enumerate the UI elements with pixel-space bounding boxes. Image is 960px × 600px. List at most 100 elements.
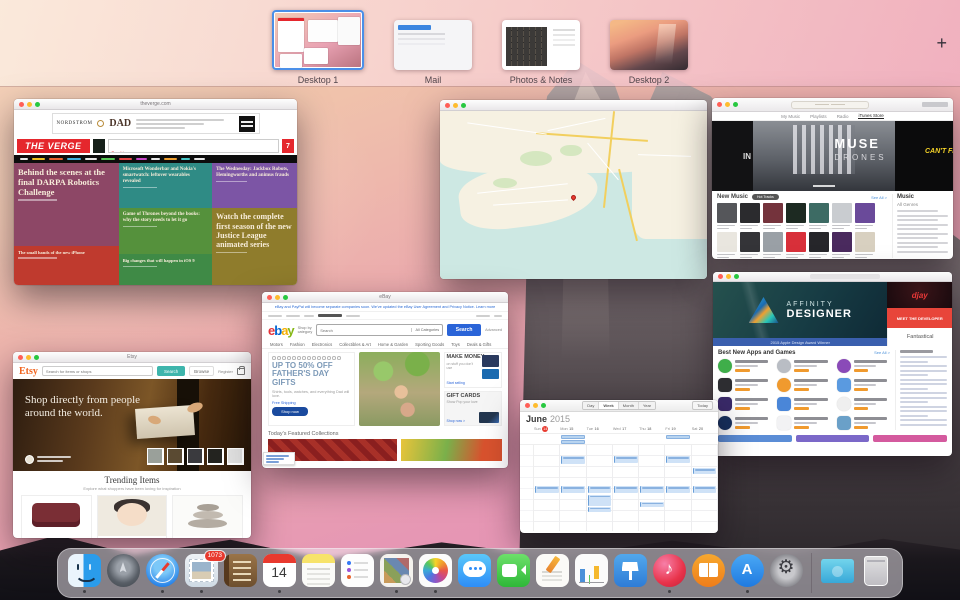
album-cover[interactable] (717, 232, 737, 258)
zoom-button[interactable] (541, 403, 546, 408)
itunes-tab-itunes-store[interactable]: iTunes Store (858, 113, 883, 119)
calendar-event[interactable] (693, 486, 717, 493)
calendar-event[interactable] (640, 502, 664, 507)
calendar-event[interactable] (614, 456, 638, 463)
dock-safari-icon[interactable] (145, 554, 179, 592)
minimize-button[interactable] (533, 403, 538, 408)
album-cover[interactable] (855, 203, 875, 229)
calendar-event[interactable] (588, 486, 612, 493)
browse-button[interactable]: Browse (189, 366, 214, 376)
ebay-notice-bar[interactable]: eBay and PayPal will become separate com… (262, 303, 508, 312)
album-cover[interactable] (832, 232, 852, 258)
album-cover[interactable] (717, 203, 737, 229)
calendar-event[interactable] (614, 486, 638, 493)
calendar-event[interactable] (640, 486, 664, 493)
fantastical-banner[interactable]: Fantastical (887, 328, 952, 346)
cart-icon[interactable] (237, 368, 245, 375)
shop-by-category[interactable]: Shop by category (298, 326, 313, 334)
dock-folder-icon[interactable] (820, 554, 854, 592)
space-mail[interactable]: Mail (394, 20, 472, 85)
affinity-designer-banner[interactable]: AFFINITY DESIGNER (713, 282, 887, 338)
see-all-link[interactable]: See All > (874, 350, 890, 355)
calendar-event[interactable] (666, 486, 690, 493)
nordstrom-ad[interactable]: NORDSTROM DAD (52, 113, 260, 134)
space-desktop-1[interactable]: Desktop 1 (272, 10, 364, 85)
itunes-store-hero[interactable]: IN MUSE DRONES CAN'T FE (712, 121, 953, 191)
dock-keynote-icon[interactable] (613, 554, 647, 592)
dock-photos-icon[interactable] (418, 554, 452, 592)
make-money-panel[interactable]: MAKE MONEY on stuff you don't use Start … (444, 352, 503, 388)
dock-reminders-icon[interactable] (340, 554, 374, 592)
map-canvas[interactable] (440, 111, 707, 279)
toolbar-tabs[interactable] (810, 274, 880, 279)
app-list-item[interactable] (777, 397, 830, 411)
search-field[interactable] (922, 102, 948, 107)
minimize-button[interactable] (453, 103, 458, 108)
week-grid[interactable] (520, 445, 718, 531)
trending-item[interactable] (97, 495, 168, 538)
close-button[interactable] (717, 102, 722, 107)
app-list-item[interactable] (718, 359, 771, 373)
start-selling-link[interactable]: Start selling (447, 381, 465, 385)
album-cover[interactable] (763, 203, 783, 229)
app-list-item[interactable] (837, 359, 890, 373)
hero-thumb[interactable] (187, 448, 204, 465)
calendar-event[interactable] (588, 507, 612, 512)
dock-facetime-icon[interactable] (496, 554, 530, 592)
breaking-strip[interactable]: Breaking: Watch the complete first seaso… (108, 139, 279, 153)
view-week[interactable]: Week (598, 402, 617, 409)
app-list-item[interactable] (777, 359, 830, 373)
calendar-event[interactable] (561, 486, 585, 493)
view-day[interactable]: Day (583, 402, 598, 409)
dock-numbers-icon[interactable] (574, 554, 608, 592)
close-button[interactable] (718, 274, 723, 279)
space-thumbnail-photos-notes[interactable] (502, 20, 580, 70)
app-list-item[interactable] (837, 416, 890, 430)
album-cover[interactable] (832, 203, 852, 229)
muse-drones-banner[interactable]: MUSE DRONES (753, 121, 895, 191)
album-cover[interactable] (740, 232, 760, 258)
all-day-event[interactable] (666, 435, 690, 439)
verge-nav-bar[interactable] (14, 155, 297, 163)
add-desktop-button[interactable]: + (936, 33, 947, 54)
feedback-tooltip[interactable] (263, 452, 295, 465)
all-day-event[interactable] (561, 435, 585, 439)
space-photos-notes[interactable]: Photos & Notes (502, 20, 580, 85)
djay-banner[interactable]: djay (887, 282, 952, 308)
calendar-event[interactable] (588, 495, 612, 506)
view-month[interactable]: Month (618, 402, 638, 409)
verge-article-tile[interactable]: Behind the scenes at the final DARPA Rob… (14, 163, 119, 246)
etsy-hero[interactable]: Shop directly from people around the wor… (13, 379, 251, 471)
etsy-safari-window[interactable]: Etsy Etsy Search Browse Register Shop di… (13, 352, 251, 538)
ebay-nav-electronics[interactable]: Electronics (312, 342, 332, 347)
album-cover[interactable] (809, 203, 829, 229)
album-cover[interactable] (786, 232, 806, 258)
dock-trash-icon[interactable] (859, 554, 893, 592)
search-button[interactable]: Search (447, 324, 481, 336)
maps-window[interactable] (440, 100, 707, 279)
meet-the-developer-banner[interactable]: MEET THE DEVELOPER (887, 308, 952, 328)
app-list-item[interactable] (777, 416, 830, 430)
verge-article-tile[interactable]: Big changes that will happen in iOS 9 (119, 254, 212, 285)
app-list-item[interactable] (718, 378, 771, 392)
album-cover[interactable] (855, 232, 875, 258)
advanced-link[interactable]: Advanced (485, 328, 502, 332)
etsy-logo[interactable]: Etsy (19, 366, 38, 377)
album-cover[interactable] (809, 232, 829, 258)
zoom-button[interactable] (461, 103, 466, 108)
today-button[interactable]: Today (692, 401, 713, 410)
itunes-tab-radio[interactable]: Radio (837, 114, 849, 119)
dock-messages-icon[interactable] (457, 554, 491, 592)
hero-right-banner[interactable]: CAN'T FE (895, 121, 953, 191)
app-store-window[interactable]: AFFINITY DESIGNER 2015 Apple Design Awar… (713, 272, 952, 456)
dock-finder-icon[interactable] (67, 554, 101, 592)
all-day-event[interactable] (561, 440, 585, 444)
ebay-safari-window[interactable]: eBay eBay and PayPal will become separat… (262, 292, 508, 468)
hero-thumb[interactable] (147, 448, 164, 465)
verge-article-tile[interactable]: Microsoft Wonderbar and Nokia's smartwat… (119, 163, 212, 208)
dock-appstore-icon[interactable] (730, 554, 764, 592)
calendar-event[interactable] (666, 456, 690, 463)
search-button[interactable]: Search (157, 366, 185, 376)
verge-article-tile[interactable]: Game of Thrones beyond the books: why th… (119, 208, 212, 254)
close-button[interactable] (445, 103, 450, 108)
